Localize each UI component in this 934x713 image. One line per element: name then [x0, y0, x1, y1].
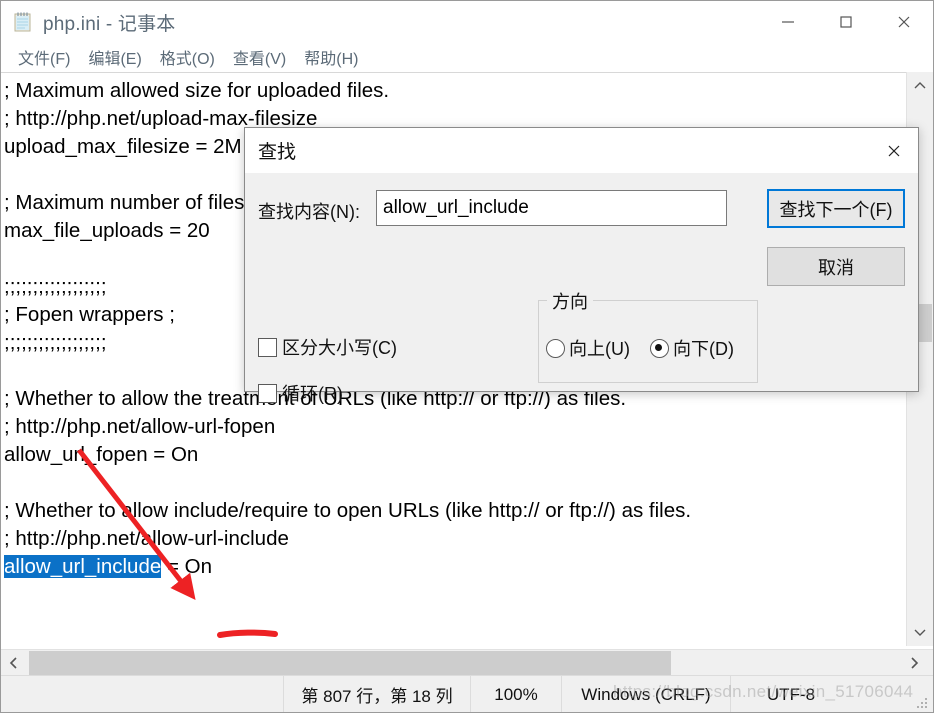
radio-direction-down[interactable]: 向下(D) [650, 335, 734, 361]
menu-edit[interactable]: 编辑(E) [79, 43, 150, 71]
checkbox-match-case-icon [258, 337, 277, 357]
dialog-close-icon[interactable] [870, 128, 918, 173]
scroll-left-icon[interactable] [1, 650, 27, 676]
find-what-label: 查找内容(N): [258, 202, 360, 222]
dialog-title-bar: 查找 [245, 128, 918, 173]
text-line: allow_url_fopen = On [4, 443, 199, 466]
horizontal-scrollbar[interactable] [1, 649, 933, 676]
window-controls [759, 1, 933, 43]
status-encoding: UTF-8 [730, 676, 851, 712]
title-bar: php.ini - 记事本 [1, 1, 933, 43]
radio-direction-up[interactable]: 向上(U) [546, 335, 630, 361]
notepad-window: php.ini - 记事本 文件(F) 编辑(E) 格式(O) 查看(V) 帮助… [0, 0, 934, 713]
direction-groupbox: 方向 向上(U) 向下(D) [538, 288, 758, 383]
window-title: php.ini - 记事本 [43, 13, 176, 35]
status-zoom[interactable]: 100% [470, 676, 561, 712]
cancel-button[interactable]: 取消 [767, 247, 905, 286]
menu-bar: 文件(F) 编辑(E) 格式(O) 查看(V) 帮助(H) [1, 43, 933, 71]
checkbox-wrap-around-icon [258, 383, 277, 403]
direction-legend: 方向 [547, 288, 593, 314]
minimize-button[interactable] [759, 1, 817, 43]
find-next-button[interactable]: 查找下一个(F) [767, 189, 905, 228]
scroll-up-icon[interactable] [907, 74, 933, 98]
selected-line-rest: = On [161, 555, 212, 578]
find-dialog: 查找 查找内容(N): allow_url_include 查找下一个(F) 取… [244, 127, 919, 404]
horizontal-scroll-thumb[interactable] [29, 651, 671, 675]
status-bar: 第 807 行，第 18 列 100% Windows (CRLF) UTF-8 [1, 675, 933, 712]
menu-file[interactable]: 文件(F) [9, 43, 79, 71]
text-line-selected: allow_url_include = On [4, 553, 907, 581]
resize-grip-icon[interactable] [917, 698, 929, 710]
text-line: ; http://php.net/allow-url-fopen [4, 415, 276, 438]
radio-up-label: 向上(U) [569, 339, 630, 359]
checkbox-match-case-label: 区分大小写(C) [282, 338, 397, 358]
menu-help[interactable]: 帮助(H) [295, 43, 367, 71]
text-line: ; Maximum allowed size for uploaded file… [4, 79, 390, 102]
checkbox-wrap-around-label: 循环(R) [282, 384, 343, 404]
direction-radios: 向上(U) 向下(D) [546, 335, 734, 361]
status-line-ending: Windows (CRLF) [561, 676, 730, 712]
find-what-input[interactable]: allow_url_include [376, 190, 727, 226]
text-line [4, 469, 907, 497]
checkbox-match-case[interactable]: 区分大小写(C) [258, 334, 397, 360]
checkbox-wrap-around[interactable]: 循环(R) [258, 380, 343, 406]
notepad-icon [13, 11, 35, 33]
radio-down-label: 向下(D) [673, 339, 734, 359]
dialog-title: 查找 [258, 142, 297, 163]
status-spacer [1, 676, 283, 712]
menu-format[interactable]: 格式(O) [151, 43, 224, 71]
text-line: ; Whether to allow include/require to op… [4, 499, 692, 522]
scroll-down-icon[interactable] [907, 620, 933, 644]
menu-view[interactable]: 查看(V) [224, 43, 295, 71]
maximize-button[interactable] [817, 1, 875, 43]
selection-highlight: allow_url_include [4, 555, 162, 578]
dialog-body: 查找内容(N): allow_url_include 查找下一个(F) 取消 方… [245, 173, 918, 404]
text-line: ; http://php.net/allow-url-include [4, 527, 289, 550]
scroll-right-icon[interactable] [901, 650, 927, 676]
status-cursor-position: 第 807 行，第 18 列 [283, 676, 470, 712]
close-button[interactable] [875, 1, 933, 43]
radio-down-icon [650, 338, 669, 358]
radio-up-icon [546, 338, 565, 358]
